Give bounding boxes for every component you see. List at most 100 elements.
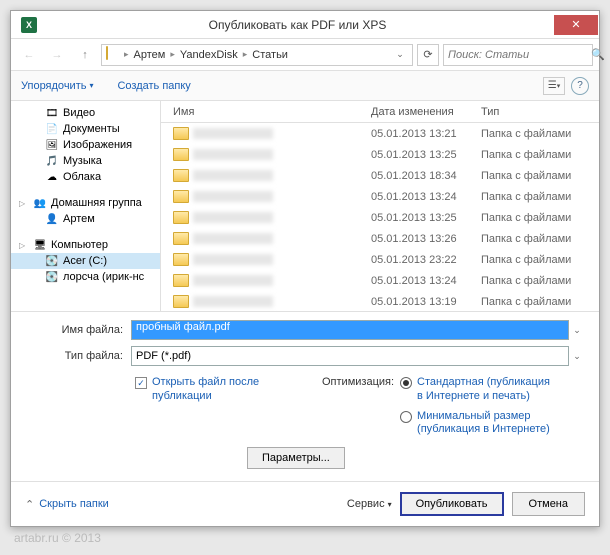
file-type: Папка с файлами	[481, 275, 599, 287]
filetype-select[interactable]: PDF (*.pdf)	[131, 346, 569, 366]
file-name-blurred	[193, 128, 273, 139]
view-mode-button[interactable]: ☰ ▾	[543, 77, 565, 95]
breadcrumb-item[interactable]: Артем	[131, 49, 169, 61]
service-menu[interactable]: Сервис ▾	[347, 498, 392, 510]
file-name-blurred	[193, 191, 273, 202]
file-type: Папка с файлами	[481, 212, 599, 224]
drive-icon: 💽	[45, 254, 59, 268]
file-date: 05.01.2013 13:19	[371, 296, 481, 308]
radio-icon	[400, 377, 412, 389]
drive-icon: 💽	[45, 270, 59, 284]
search-field[interactable]	[448, 49, 591, 61]
sidebar-item[interactable]: ☁Облака	[11, 169, 160, 185]
file-name-blurred	[193, 233, 273, 244]
file-name-blurred	[193, 296, 273, 307]
image-icon: 🖼	[45, 138, 59, 152]
table-row[interactable]: 05.01.2013 23:22Папка с файлами	[161, 249, 599, 270]
dialog-window: X Опубликовать как PDF или XPS ✕ ← → ↑ ▸…	[10, 10, 600, 527]
filename-dropdown[interactable]: ⌄	[569, 325, 585, 336]
sidebar-drive-d[interactable]: 💽лорсча (ирик-нс	[11, 269, 160, 285]
radio-minimal[interactable]: Минимальный размер (публикация в Интерне…	[400, 410, 557, 438]
window-title: Опубликовать как PDF или XPS	[41, 18, 554, 32]
file-type: Папка с файлами	[481, 149, 599, 161]
sidebar-item[interactable]: 📄Документы	[11, 121, 160, 137]
film-icon: 🎞	[45, 106, 59, 120]
folder-icon	[173, 148, 189, 161]
sidebar-item[interactable]: 🎵Музыка	[11, 153, 160, 169]
folder-icon	[173, 169, 189, 182]
breadcrumb[interactable]: ▸ Артем ▸ YandexDisk ▸ Статьи ⌄	[101, 44, 413, 66]
user-icon: 👤	[45, 212, 59, 226]
folder-icon	[173, 274, 189, 287]
filename-label: Имя файла:	[25, 324, 131, 336]
doc-icon: 📄	[45, 122, 59, 136]
breadcrumb-item[interactable]: YandexDisk	[177, 49, 241, 61]
table-row[interactable]: 05.01.2013 13:24Папка с файлами	[161, 270, 599, 291]
new-folder-button[interactable]: Создать папку	[117, 80, 190, 92]
folder-icon	[173, 127, 189, 140]
file-name-blurred	[193, 275, 273, 286]
file-date: 05.01.2013 13:24	[371, 275, 481, 287]
chevron-right-icon: ▸	[170, 49, 175, 60]
table-row[interactable]: 05.01.2013 13:25Папка с файлами	[161, 207, 599, 228]
file-type: Папка с файлами	[481, 170, 599, 182]
sidebar-drive-c[interactable]: 💽Acer (C:)	[11, 253, 160, 269]
breadcrumb-item[interactable]: Статьи	[249, 49, 291, 61]
table-row[interactable]: 05.01.2013 13:26Папка с файлами	[161, 228, 599, 249]
back-button[interactable]: ←	[17, 43, 41, 67]
help-button[interactable]: ?	[571, 77, 589, 95]
table-row[interactable]: 05.01.2013 13:19Папка с файлами	[161, 291, 599, 311]
radio-standard[interactable]: Стандартная (публикация в Интернете и пе…	[400, 376, 557, 404]
publish-button[interactable]: Опубликовать	[400, 492, 504, 516]
filetype-dropdown[interactable]: ⌄	[569, 351, 585, 362]
sidebar-computer[interactable]: ▷🖥Компьютер	[11, 237, 160, 253]
chevron-right-icon: ▸	[243, 49, 248, 60]
search-input[interactable]: 🔍	[443, 44, 593, 66]
file-date: 05.01.2013 13:25	[371, 149, 481, 161]
params-button[interactable]: Параметры...	[247, 447, 345, 469]
titlebar: X Опубликовать как PDF или XPS ✕	[11, 11, 599, 39]
file-name-blurred	[193, 212, 273, 223]
file-name-blurred	[193, 254, 273, 265]
filename-input[interactable]: пробный файл.pdf	[131, 320, 569, 340]
file-list-header: Имя Дата изменения Тип	[161, 101, 599, 123]
filetype-label: Тип файла:	[25, 350, 131, 362]
expand-icon[interactable]: ▷	[19, 199, 25, 208]
table-row[interactable]: 05.01.2013 13:25Папка с файлами	[161, 144, 599, 165]
folder-icon	[173, 253, 189, 266]
open-after-checkbox[interactable]: ✓ Открыть файл после публикации	[135, 376, 282, 443]
optimization-label: Оптимизация:	[322, 376, 394, 439]
sidebar-item[interactable]: 🖼Изображения	[11, 137, 160, 153]
breadcrumb-dropdown[interactable]: ⌄	[392, 49, 408, 60]
folder-icon	[173, 232, 189, 245]
table-row[interactable]: 05.01.2013 13:21Папка с файлами	[161, 123, 599, 144]
column-date[interactable]: Дата изменения	[371, 106, 481, 118]
cloud-icon: ☁	[45, 170, 59, 184]
hide-folders-button[interactable]: ⌃ Скрыть папки	[25, 498, 109, 511]
file-date: 05.01.2013 13:25	[371, 212, 481, 224]
refresh-button[interactable]: ⟳	[417, 44, 439, 66]
forward-button[interactable]: →	[45, 43, 69, 67]
file-date: 05.01.2013 13:21	[371, 128, 481, 140]
column-name[interactable]: Имя	[161, 106, 371, 118]
homegroup-icon: 👥	[33, 196, 47, 210]
column-type[interactable]: Тип	[481, 106, 599, 118]
close-button[interactable]: ✕	[554, 15, 598, 35]
sidebar-user[interactable]: 👤Артем	[11, 211, 160, 227]
view-controls: ☰ ▾ ?	[543, 77, 589, 95]
sidebar-homegroup[interactable]: ▷👥Домашняя группа	[11, 195, 160, 211]
table-row[interactable]: 05.01.2013 13:24Папка с файлами	[161, 186, 599, 207]
sidebar-item[interactable]: 🎞Видео	[11, 105, 160, 121]
sidebar: 🎞Видео📄Документы🖼Изображения🎵Музыка☁Обла…	[11, 101, 161, 311]
search-icon: 🔍	[591, 48, 605, 61]
music-icon: 🎵	[45, 154, 59, 168]
folder-icon	[106, 47, 122, 63]
chevron-down-icon: ▾	[89, 81, 93, 90]
up-button[interactable]: ↑	[73, 43, 97, 67]
organize-menu[interactable]: Упорядочить ▾	[21, 80, 93, 92]
file-type: Папка с файлами	[481, 191, 599, 203]
chevron-up-icon: ⌃	[25, 498, 34, 511]
table-row[interactable]: 05.01.2013 18:34Папка с файлами	[161, 165, 599, 186]
expand-icon[interactable]: ▷	[19, 241, 25, 250]
cancel-button[interactable]: Отмена	[512, 492, 585, 516]
